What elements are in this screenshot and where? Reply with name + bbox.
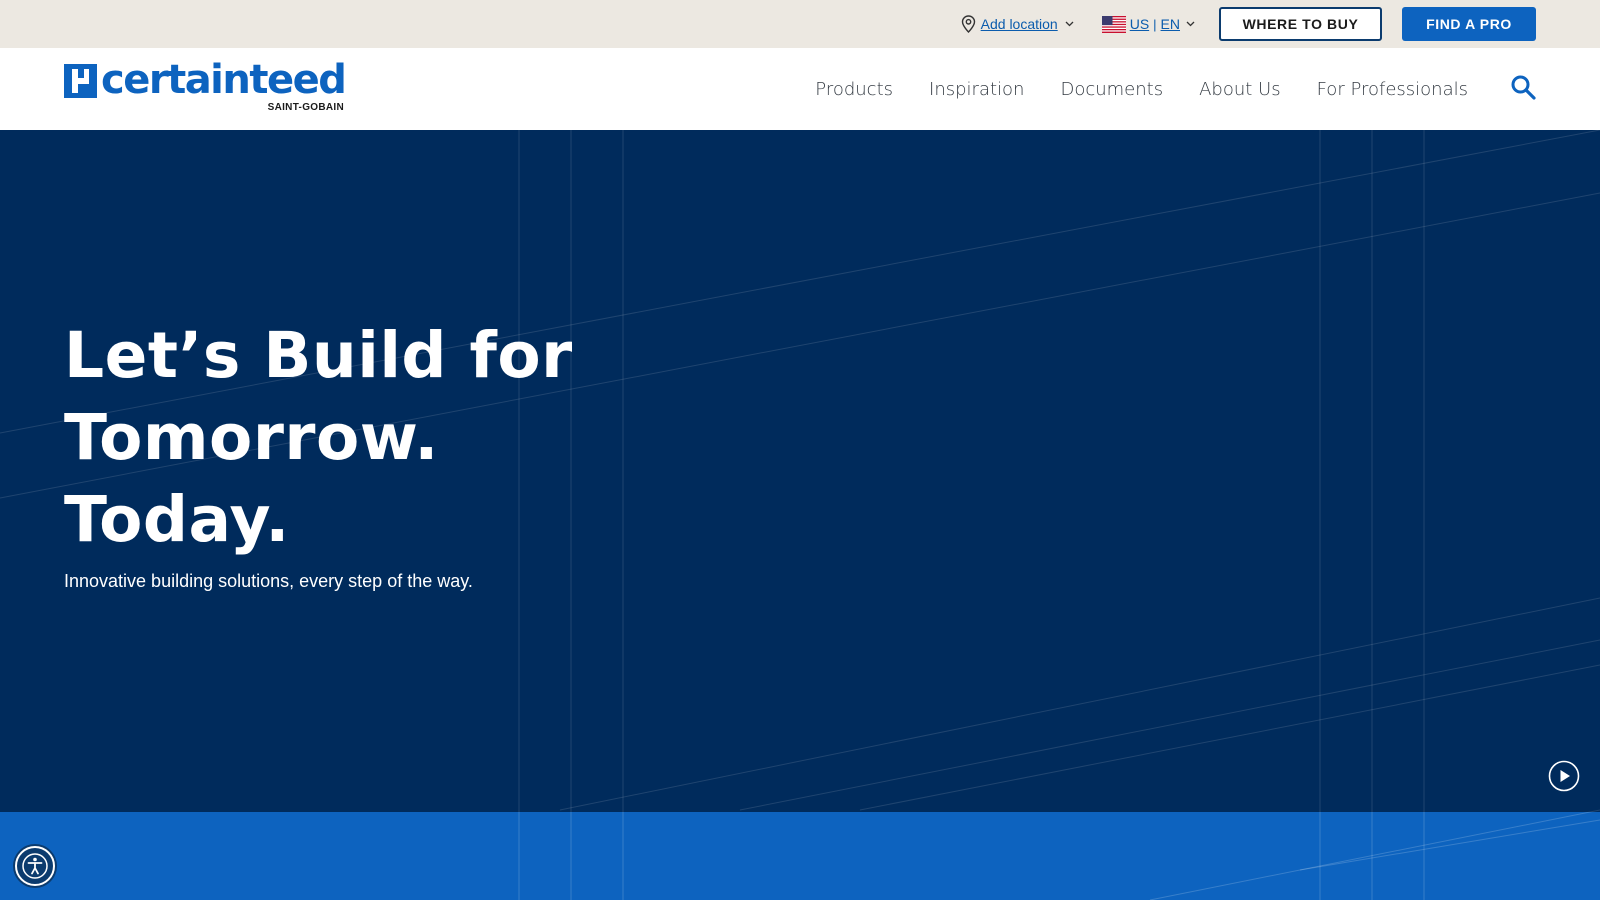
- accessibility-icon: [22, 853, 48, 879]
- band-background-lines: [518, 812, 1600, 900]
- brand-logo[interactable]: certainteed SAINT-GOBAIN: [64, 57, 347, 114]
- nav-item-products[interactable]: Products: [815, 79, 893, 100]
- hero-subtitle: Innovative building solutions, every ste…: [64, 571, 473, 591]
- hero-title-line: Let’s Build for: [64, 319, 573, 392]
- location-selector[interactable]: Add location: [961, 15, 1074, 33]
- language-code[interactable]: EN: [1161, 16, 1180, 32]
- map-pin-icon: [961, 15, 975, 33]
- nav-item-for-professionals[interactable]: For Professionals: [1317, 79, 1468, 100]
- find-a-pro-button[interactable]: FIND A PRO: [1402, 7, 1536, 41]
- lang-separator: |: [1153, 16, 1157, 32]
- nav-menu: Products Inspiration Documents About Us …: [815, 48, 1468, 130]
- logo-mark-icon: [64, 64, 97, 98]
- language-selector[interactable]: US | EN: [1101, 15, 1195, 33]
- search-icon[interactable]: [1510, 74, 1536, 100]
- nav-item-inspiration[interactable]: Inspiration: [929, 79, 1024, 100]
- hero-section: Let’s Build for Tomorrow. Today. Innovat…: [0, 130, 1600, 812]
- play-icon[interactable]: [1548, 760, 1580, 792]
- chevron-down-icon: [1065, 21, 1074, 27]
- main-navigation: certainteed SAINT-GOBAIN Products Inspir…: [0, 48, 1600, 130]
- chevron-down-icon: [1186, 21, 1195, 27]
- bottom-band: [0, 812, 1600, 900]
- logo-parent: SAINT-GOBAIN: [267, 102, 344, 113]
- hero-title-line: Tomorrow.: [64, 401, 439, 474]
- accessibility-button[interactable]: [15, 846, 55, 886]
- hero-title-line: Today.: [64, 483, 290, 556]
- nav-item-about-us[interactable]: About Us: [1199, 79, 1281, 100]
- nav-item-documents[interactable]: Documents: [1060, 79, 1163, 100]
- country-code[interactable]: US: [1130, 16, 1149, 32]
- hero-title: Let’s Build for Tomorrow. Today.: [64, 315, 624, 561]
- utility-bar: Add location US | EN WHERE TO BUY FIND A…: [0, 0, 1600, 48]
- where-to-buy-button[interactable]: WHERE TO BUY: [1219, 7, 1382, 41]
- add-location-link[interactable]: Add location: [981, 16, 1058, 32]
- us-flag-icon: [1101, 15, 1126, 33]
- logo-wordmark: certainteed: [101, 57, 347, 103]
